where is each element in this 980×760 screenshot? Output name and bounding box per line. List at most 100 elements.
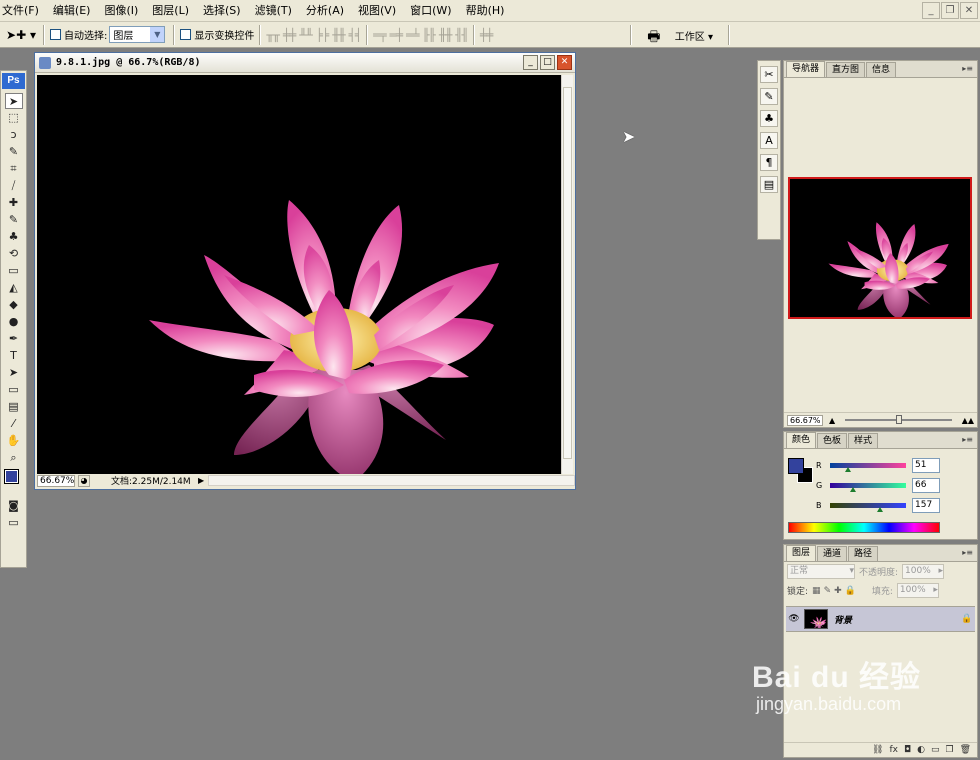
brushes-icon[interactable]: ✎ (760, 88, 778, 105)
clone-stamp-icon[interactable]: ♣ (5, 229, 23, 245)
panel-menu-icon[interactable]: ▸≡ (962, 64, 973, 73)
panel-menu-icon[interactable]: ▸≡ (962, 548, 973, 557)
tab-navigator[interactable]: 导航器 (786, 61, 826, 77)
lock-all-icon[interactable]: 🔒 (845, 586, 856, 596)
eye-icon[interactable]: 👁 (786, 614, 802, 624)
tab-channels[interactable]: 通道 (817, 546, 848, 561)
app-minimize-button[interactable]: _ (922, 2, 940, 19)
doc-minimize-button[interactable]: _ (523, 55, 538, 70)
foreground-color-swatch[interactable] (788, 458, 804, 474)
tab-paths[interactable]: 路径 (848, 546, 879, 561)
distribute-vcenter-icon[interactable]: ═╪ (390, 28, 403, 42)
crop-icon[interactable]: ⌗ (5, 161, 23, 177)
green-value-field[interactable]: 66 (912, 478, 940, 493)
tab-color[interactable]: 颜色 (786, 432, 817, 448)
foreground-color-swatch[interactable] (3, 469, 19, 484)
type-icon[interactable]: T (5, 348, 23, 364)
document-horizontal-scrollbar[interactable] (208, 475, 575, 486)
align-bottom-icon[interactable]: ╨╨ (299, 28, 312, 42)
tab-histogram[interactable]: 直方图 (826, 62, 866, 77)
menu-help[interactable]: 帮助(H) (459, 0, 512, 22)
distribute-right-icon[interactable]: ╢╢ (455, 28, 468, 42)
layer-style-icon[interactable]: fx (889, 745, 898, 755)
app-restore-button[interactable]: ❐ (941, 2, 959, 19)
menu-analysis[interactable]: 分析(A) (299, 0, 351, 22)
layer-name[interactable]: 背景 (834, 613, 961, 626)
menu-filter[interactable]: 滤镜(T) (248, 0, 299, 22)
blue-value-field[interactable]: 157 (912, 498, 940, 513)
layer-mask-icon[interactable]: ◘ (904, 745, 911, 755)
healing-icon[interactable]: ✚ (5, 195, 23, 211)
doc-maximize-button[interactable]: □ (540, 55, 555, 70)
shape-icon[interactable]: ▭ (5, 382, 23, 398)
auto-select-dropdown[interactable]: 图层 ▼ (109, 26, 166, 43)
panel-menu-icon[interactable]: ▸≡ (962, 435, 973, 444)
ps-logo[interactable]: Ps (2, 73, 25, 89)
character-icon[interactable]: A (760, 132, 778, 149)
new-group-icon[interactable]: ▭ (931, 745, 940, 755)
pen-icon[interactable]: ✒ (5, 331, 23, 347)
distribute-hcenter-icon[interactable]: ╫╫ (439, 28, 452, 42)
blend-mode-dropdown[interactable]: 正常 ▾ (787, 564, 855, 579)
navigator-zoom-slider[interactable] (845, 415, 952, 424)
opacity-field[interactable]: 100% ▸ (902, 564, 945, 579)
color-spectrum-bar[interactable] (788, 522, 940, 533)
move-icon[interactable]: ➤ (4, 93, 23, 109)
image-canvas[interactable] (37, 75, 561, 475)
layer-comps-icon[interactable]: ▤ (760, 176, 778, 193)
status-menu-arrow-icon[interactable]: ▶ (198, 476, 208, 485)
paint-bucket-icon[interactable]: ◭ (5, 280, 23, 296)
auto-align-button[interactable]: ╪╪ (480, 28, 493, 42)
notes-icon[interactable]: ▤ (5, 399, 23, 415)
clone-source-icon[interactable]: ♣ (760, 110, 778, 127)
distribute-top-icon[interactable]: ═╤ (373, 28, 386, 42)
new-layer-icon[interactable]: ❐ (945, 745, 953, 755)
screen-mode-icon[interactable]: ▭ (5, 515, 23, 531)
delete-layer-icon[interactable]: 🗑 (960, 745, 971, 755)
quick-mask-icon[interactable]: ◙ (5, 498, 23, 514)
menu-view[interactable]: 视图(V) (351, 0, 403, 22)
menu-image[interactable]: 图像(I) (97, 0, 145, 22)
show-transform-checkbox[interactable]: 显示变换控件 (180, 27, 254, 42)
lock-transparent-icon[interactable]: ▦ (812, 586, 821, 596)
green-slider[interactable] (830, 483, 906, 492)
doc-close-button[interactable]: ✕ (557, 55, 572, 70)
document-vertical-scrollbar[interactable] (561, 75, 573, 475)
palette-well-icon[interactable]: 🖶 (643, 26, 665, 45)
blue-slider-handle[interactable] (877, 507, 884, 512)
lasso-icon[interactable]: ↄ (5, 127, 23, 143)
menu-window[interactable]: 窗口(W) (403, 0, 458, 22)
menu-layer[interactable]: 图层(L) (145, 0, 196, 22)
tab-swatches[interactable]: 色板 (817, 433, 848, 448)
layer-row[interactable]: 👁 背景 🔒 (786, 606, 975, 632)
zoom-field[interactable]: 66.67% (37, 474, 75, 487)
marquee-icon[interactable]: ⬚ (5, 110, 23, 126)
menu-file[interactable]: 文件(F) (0, 0, 46, 22)
red-slider-handle[interactable] (845, 467, 852, 472)
document-titlebar[interactable]: 9.8.1.jpg @ 66.7%(RGB/8) _ □ ✕ (35, 53, 575, 73)
fill-field[interactable]: 100% ▸ (896, 583, 939, 598)
magic-wand-icon[interactable]: ✎ (5, 144, 23, 160)
dodge-icon[interactable]: ● (5, 314, 23, 330)
workspace-menu-button[interactable]: 工作区 ▾ (671, 28, 717, 43)
path-select-icon[interactable]: ➤ (5, 365, 23, 381)
green-slider-handle[interactable] (849, 487, 856, 492)
navigator-zoom-field[interactable]: 66.67% (787, 414, 823, 426)
eraser-icon[interactable]: ▭ (5, 263, 23, 279)
history-brush-icon[interactable]: ⟲ (5, 246, 23, 262)
paragraph-icon[interactable]: ¶ (760, 154, 778, 171)
lock-image-icon[interactable]: ✎ (824, 586, 832, 596)
navigator-preview[interactable] (788, 177, 972, 319)
tab-info[interactable]: 信息 (866, 62, 897, 77)
tool-preset-picker[interactable]: ➤✚ ▾ (4, 24, 38, 46)
scroll-thumb[interactable] (563, 87, 572, 459)
app-close-button[interactable]: ✕ (960, 2, 978, 19)
align-right-icon[interactable]: ╡╡ (349, 28, 362, 42)
distribute-left-icon[interactable]: ╟╟ (422, 28, 435, 42)
distribute-bottom-icon[interactable]: ═╧ (406, 28, 419, 42)
slider-handle[interactable] (896, 415, 903, 424)
align-vcenter-icon[interactable]: ╪╪ (283, 28, 296, 42)
align-top-icon[interactable]: ╥╥ (266, 28, 279, 42)
tab-styles[interactable]: 样式 (848, 433, 879, 448)
zoom-out-icon[interactable]: ▲ (829, 416, 835, 425)
